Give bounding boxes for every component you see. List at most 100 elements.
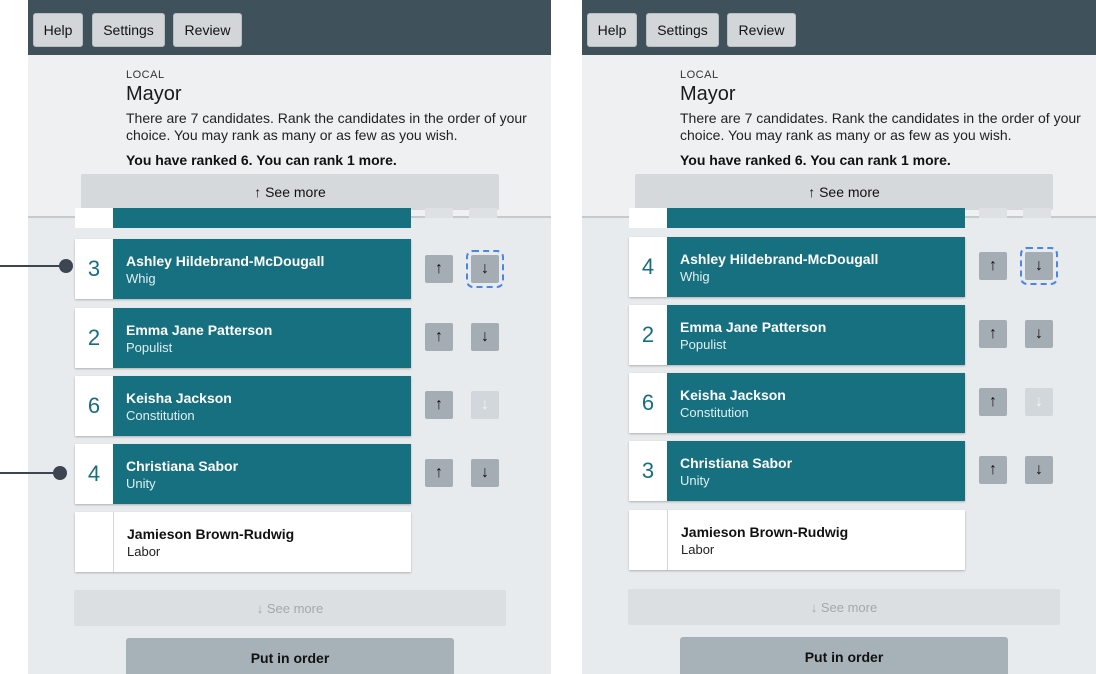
move-up-button-partial[interactable] bbox=[425, 208, 453, 218]
move-down-button[interactable]: ↓ bbox=[471, 459, 499, 487]
candidate-card: Christiana Sabor Unity bbox=[667, 441, 965, 501]
contest-category: LOCAL bbox=[680, 69, 719, 81]
candidate-party: Populist bbox=[680, 337, 727, 352]
see-more-down-button[interactable]: ↓ See more bbox=[74, 590, 506, 626]
help-button[interactable]: Help bbox=[587, 13, 637, 47]
candidate-party: Constitution bbox=[126, 408, 195, 423]
move-up-button[interactable]: ↑ bbox=[979, 388, 1007, 416]
candidate-party: Labor bbox=[681, 542, 715, 557]
settings-button[interactable]: Settings bbox=[92, 13, 165, 47]
move-down-button[interactable]: ↓ bbox=[471, 323, 499, 351]
move-up-button[interactable]: ↑ bbox=[979, 320, 1007, 348]
move-down-button-partial[interactable] bbox=[469, 208, 497, 218]
candidate-name: Keisha Jackson bbox=[680, 387, 786, 403]
move-down-button[interactable]: ↓ bbox=[466, 250, 504, 288]
candidate-card: Keisha Jackson Constitution bbox=[667, 373, 965, 433]
rank-box bbox=[629, 208, 667, 228]
candidate-card: Emma Jane Patterson Populist bbox=[667, 305, 965, 365]
see-more-up-button[interactable]: ↑ See more bbox=[635, 174, 1053, 210]
move-up-button[interactable]: ↑ bbox=[425, 391, 453, 419]
move-up-button[interactable]: ↑ bbox=[425, 459, 453, 487]
candidate-row[interactable]: 4 Christiana Sabor Unity bbox=[75, 444, 411, 504]
candidate-card: Jamieson Brown-Rudwig Labor bbox=[667, 510, 965, 570]
candidate-card: Jamieson Brown-Rudwig Labor bbox=[113, 512, 411, 572]
candidate-name: Ashley Hildebrand-McDougall bbox=[126, 253, 325, 269]
rank-number bbox=[629, 510, 667, 570]
see-more-up-button[interactable]: ↑ See more bbox=[81, 174, 499, 210]
candidate-row[interactable]: 6 Keisha Jackson Constitution bbox=[75, 376, 411, 436]
candidate-row[interactable]: 3 Ashley Hildebrand-McDougall Whig bbox=[75, 239, 411, 299]
callout-line bbox=[0, 472, 58, 474]
callout-line bbox=[0, 265, 64, 267]
candidate-row[interactable]: 2 Emma Jane Patterson Populist bbox=[75, 308, 411, 368]
candidate-row-partial bbox=[75, 208, 411, 228]
ballot-panel-before: Help Settings Review LOCAL Mayor There a… bbox=[28, 0, 551, 674]
rank-number bbox=[75, 512, 113, 572]
candidate-name: Christiana Sabor bbox=[680, 455, 793, 471]
contest-title: Mayor bbox=[680, 83, 736, 105]
move-down-button-disabled: ↓ bbox=[471, 391, 499, 419]
candidate-card: Ashley Hildebrand-McDougall Whig bbox=[113, 239, 411, 299]
candidate-card: Keisha Jackson Constitution bbox=[113, 376, 411, 436]
candidate-party: Constitution bbox=[680, 405, 749, 420]
move-down-button-disabled: ↓ bbox=[1025, 388, 1053, 416]
move-up-button[interactable]: ↑ bbox=[425, 323, 453, 351]
review-button[interactable]: Review bbox=[173, 13, 242, 47]
candidate-card: Ashley Hildebrand-McDougall Whig bbox=[667, 237, 965, 297]
rank-number: 6 bbox=[75, 376, 113, 436]
candidate-party: Whig bbox=[680, 269, 710, 284]
move-down-button[interactable]: ↓ bbox=[1020, 247, 1058, 285]
move-down-button[interactable]: ↓ bbox=[1025, 320, 1053, 348]
put-in-order-button[interactable]: Put in order bbox=[126, 638, 454, 674]
see-more-down-button[interactable]: ↓ See more bbox=[628, 589, 1060, 625]
move-down-button[interactable]: ↓ bbox=[1025, 456, 1053, 484]
candidate-row-unranked[interactable]: Jamieson Brown-Rudwig Labor bbox=[75, 512, 411, 572]
candidate-party: Whig bbox=[126, 271, 156, 286]
ballot-panel-after: Help Settings Review LOCAL Mayor There a… bbox=[582, 0, 1096, 674]
move-down-button-partial[interactable] bbox=[1023, 208, 1051, 218]
candidate-name: Jamieson Brown-Rudwig bbox=[681, 524, 849, 540]
move-up-button[interactable]: ↑ bbox=[979, 252, 1007, 280]
move-up-button-partial[interactable] bbox=[979, 208, 1007, 218]
candidate-party: Unity bbox=[126, 476, 156, 491]
candidate-card: Christiana Sabor Unity bbox=[113, 444, 411, 504]
callout-dot bbox=[53, 466, 67, 480]
contest-category: LOCAL bbox=[126, 69, 165, 81]
candidate-name: Ashley Hildebrand-McDougall bbox=[680, 251, 879, 267]
rank-number: 6 bbox=[629, 373, 667, 433]
ranking-status: You have ranked 6. You can rank 1 more. bbox=[680, 152, 951, 168]
candidate-row-partial bbox=[629, 208, 965, 228]
contest-instructions: There are 7 candidates. Rank the candida… bbox=[680, 110, 1081, 143]
rank-number: 2 bbox=[75, 308, 113, 368]
candidate-card: Emma Jane Patterson Populist bbox=[113, 308, 411, 368]
review-button[interactable]: Review bbox=[727, 13, 796, 47]
candidate-name: Jamieson Brown-Rudwig bbox=[127, 526, 295, 542]
candidate-card bbox=[113, 208, 411, 228]
rank-number: 2 bbox=[629, 305, 667, 365]
rank-box bbox=[75, 208, 113, 228]
candidate-row[interactable]: 2 Emma Jane Patterson Populist bbox=[629, 305, 965, 365]
help-button[interactable]: Help bbox=[33, 13, 83, 47]
rank-number: 4 bbox=[75, 444, 113, 504]
contest-title: Mayor bbox=[126, 83, 182, 105]
top-nav-bar: Help Settings Review bbox=[28, 0, 551, 55]
move-up-button[interactable]: ↑ bbox=[979, 456, 1007, 484]
settings-button[interactable]: Settings bbox=[646, 13, 719, 47]
rank-number: 4 bbox=[629, 237, 667, 297]
move-up-button[interactable]: ↑ bbox=[425, 255, 453, 283]
candidate-card bbox=[667, 208, 965, 228]
candidate-row[interactable]: 4 Ashley Hildebrand-McDougall Whig bbox=[629, 237, 965, 297]
candidate-name: Emma Jane Patterson bbox=[680, 319, 827, 335]
candidate-name: Emma Jane Patterson bbox=[126, 322, 273, 338]
candidate-party: Unity bbox=[680, 473, 710, 488]
candidate-row[interactable]: 6 Keisha Jackson Constitution bbox=[629, 373, 965, 433]
candidate-party: Labor bbox=[127, 544, 161, 559]
candidate-row[interactable]: 3 Christiana Sabor Unity bbox=[629, 441, 965, 501]
ranking-status: You have ranked 6. You can rank 1 more. bbox=[126, 152, 397, 168]
candidate-name: Keisha Jackson bbox=[126, 390, 232, 406]
put-in-order-button[interactable]: Put in order bbox=[680, 637, 1008, 674]
rank-number: 3 bbox=[629, 441, 667, 501]
top-nav-bar: Help Settings Review bbox=[582, 0, 1096, 55]
rank-number: 3 bbox=[75, 239, 113, 299]
candidate-row-unranked[interactable]: Jamieson Brown-Rudwig Labor bbox=[629, 510, 965, 570]
